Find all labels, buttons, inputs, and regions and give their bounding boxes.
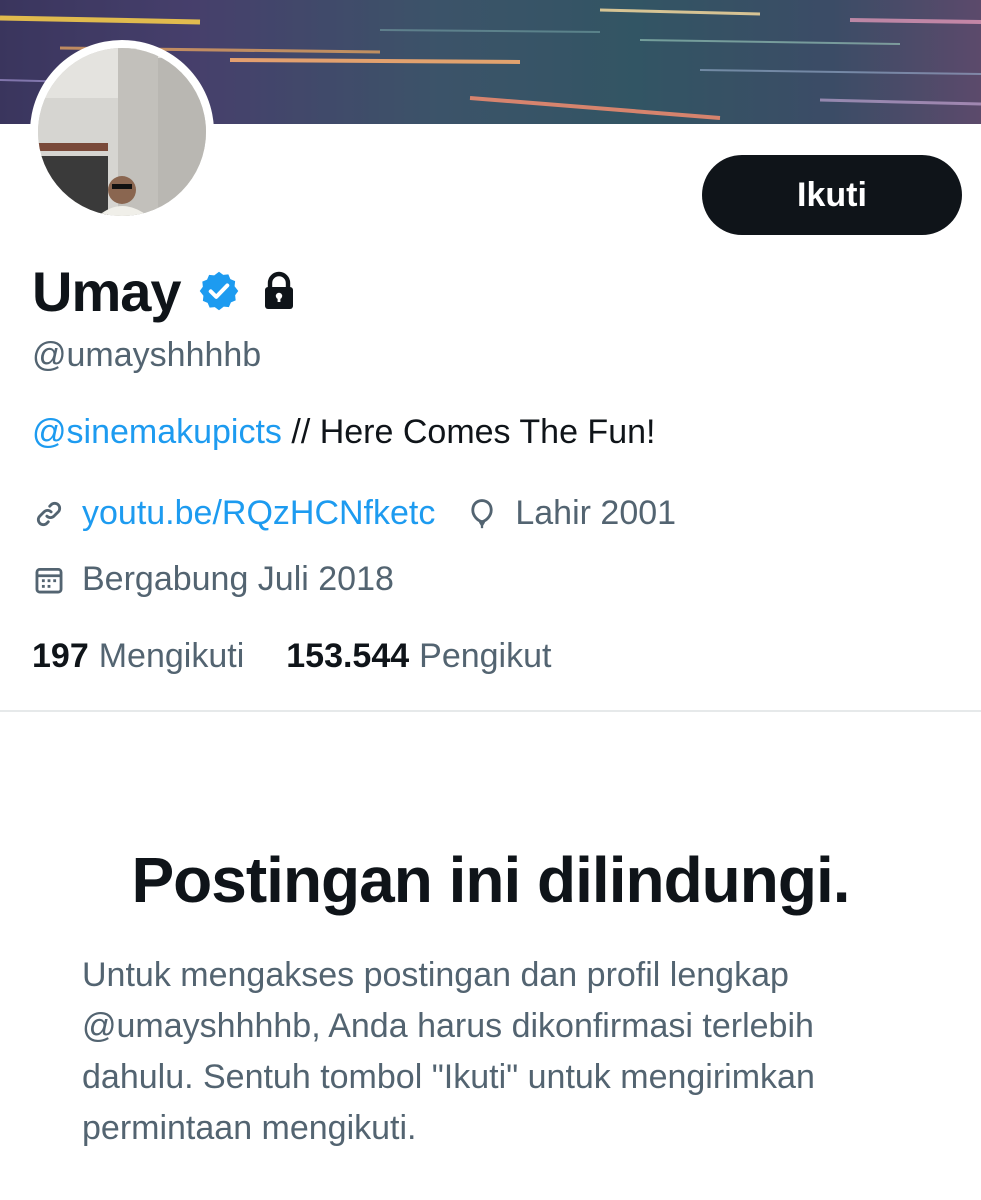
profile-bio: @sinemakupicts // Here Comes The Fun! (32, 413, 655, 452)
following-count: 197 (32, 637, 89, 675)
profile-handle: @umayshhhhb (32, 336, 262, 374)
followers-stat[interactable]: 153.544 Pengikut (286, 637, 551, 676)
lock-icon (261, 271, 297, 311)
profile-name-row: Umay (32, 258, 297, 324)
profile-avatar[interactable] (30, 40, 214, 224)
avatar-photo (38, 48, 206, 216)
followers-label: Pengikut (419, 637, 552, 675)
profile-joined-row: Bergabung Juli 2018 (32, 560, 394, 599)
balloon-icon (465, 497, 499, 531)
link-icon (32, 497, 66, 531)
birth-date: Lahir 2001 (515, 494, 677, 532)
bio-mention-link[interactable]: @sinemakupicts (32, 413, 282, 451)
protected-posts-message: Untuk mengakses postingan dan profil len… (82, 956, 815, 1147)
follow-button[interactable]: Ikuti (702, 155, 962, 235)
calendar-icon (32, 563, 66, 597)
protected-posts-title: Postingan ini dilindungi. (131, 844, 850, 916)
joined-date: Bergabung Juli 2018 (82, 560, 394, 598)
bio-text: // Here Comes The Fun! (281, 413, 656, 451)
display-name: Umay (32, 259, 182, 323)
website-link[interactable]: youtu.be/RQzHCNfketc (82, 494, 435, 533)
following-label: Mengikuti (98, 637, 245, 675)
followers-count: 153.544 (286, 637, 410, 675)
following-stat[interactable]: 197 Mengikuti (32, 637, 244, 676)
verified-badge-icon[interactable] (197, 269, 241, 313)
section-divider (0, 710, 981, 712)
profile-stats: 197 Mengikuti 153.544 Pengikut (32, 637, 551, 676)
profile-meta-row: youtu.be/RQzHCNfketc Lahir 2001 (32, 494, 676, 533)
